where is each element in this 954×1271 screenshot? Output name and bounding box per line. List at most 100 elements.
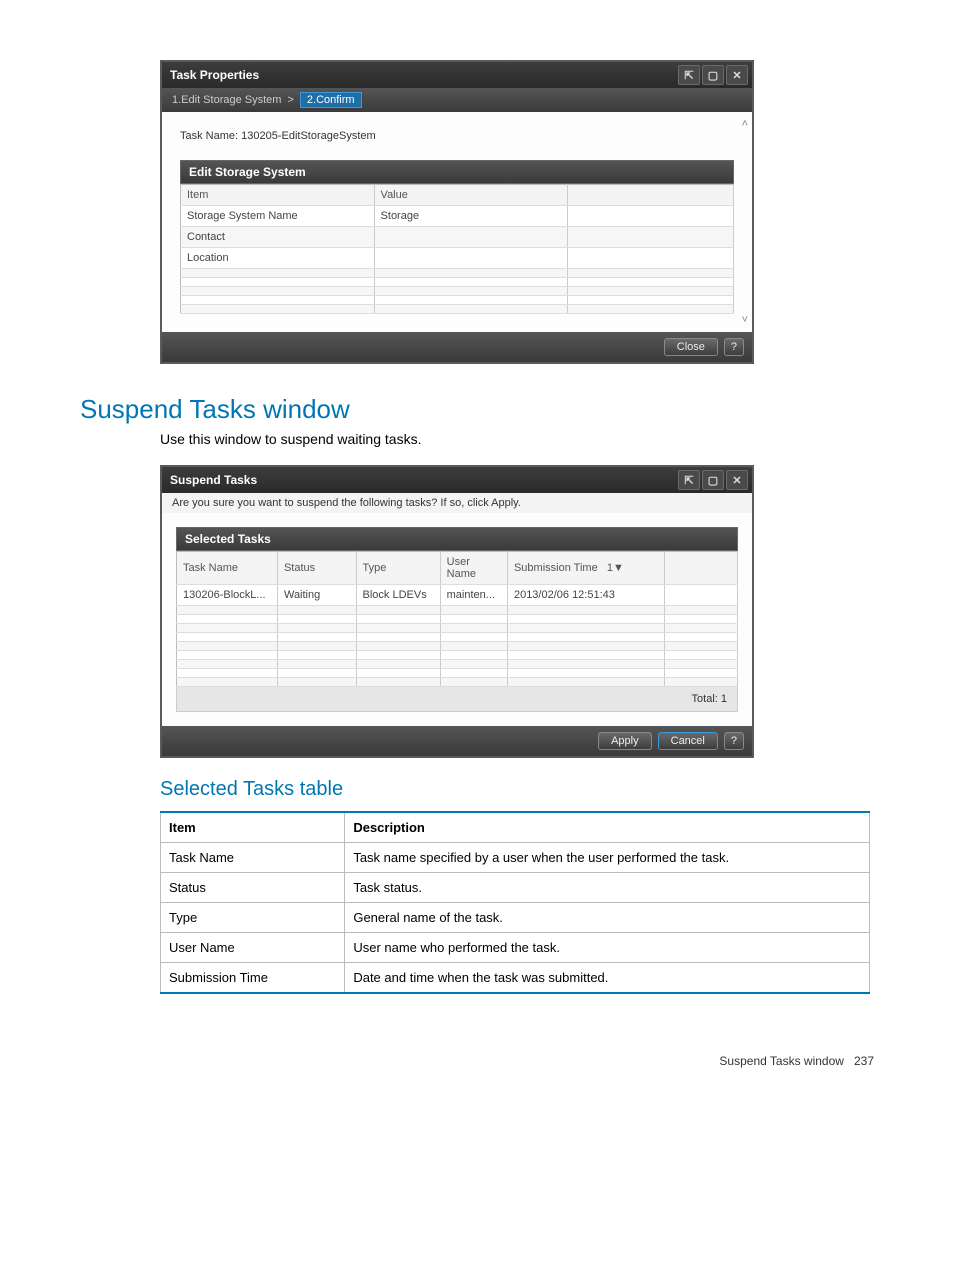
table-row[interactable]: 130206-BlockL...WaitingBlock LDEVsmainte… — [177, 585, 738, 606]
close-icon[interactable]: ✕ — [726, 65, 748, 85]
help-button[interactable]: ? — [724, 338, 744, 356]
pin-icon[interactable]: ⇱ — [678, 470, 700, 490]
table-row: Contact — [181, 227, 734, 248]
cell-type — [356, 660, 440, 669]
col-blank — [665, 552, 738, 585]
cell-type — [356, 606, 440, 615]
maximize-icon[interactable]: ▢ — [702, 65, 724, 85]
cell-value — [374, 305, 568, 314]
cell-status — [277, 660, 356, 669]
crumb-step1[interactable]: 1.Edit Storage System — [172, 94, 281, 106]
cell-blank — [568, 296, 734, 305]
footerbar: Apply Cancel ? — [162, 726, 752, 756]
table-row — [181, 269, 734, 278]
help-button[interactable]: ? — [724, 732, 744, 750]
cell-value — [374, 278, 568, 287]
cell-blank — [568, 206, 734, 227]
col-type[interactable]: Type — [356, 552, 440, 585]
table-row — [181, 296, 734, 305]
cancel-button[interactable]: Cancel — [658, 732, 718, 750]
col-username[interactable]: User Name — [440, 552, 507, 585]
cell-task-name — [177, 624, 278, 633]
close-icon[interactable]: ✕ — [726, 470, 748, 490]
table-row[interactable] — [177, 669, 738, 678]
table-row: Location — [181, 248, 734, 269]
cell-submission-time — [507, 678, 664, 687]
col-item: Item — [161, 812, 345, 843]
cell-blank — [568, 287, 734, 296]
cell-blank — [665, 678, 738, 687]
section-intro: Use this window to suspend waiting tasks… — [160, 431, 874, 447]
cell-task-name — [177, 615, 278, 624]
cell-blank — [665, 606, 738, 615]
cell-type — [356, 651, 440, 660]
close-button[interactable]: Close — [664, 338, 718, 356]
cell-status — [277, 678, 356, 687]
cell-user-name — [440, 660, 507, 669]
edit-storage-table: Item Value Storage System NameStorageCon… — [180, 184, 734, 314]
cell-status: Waiting — [277, 585, 356, 606]
cell-user-name — [440, 624, 507, 633]
sort-indicator: 1▼ — [607, 562, 624, 574]
cell-description: Task status. — [345, 873, 870, 903]
table-row[interactable] — [177, 642, 738, 651]
section-header: Selected Tasks — [176, 527, 738, 551]
cell-user-name — [440, 615, 507, 624]
cell-value — [374, 227, 568, 248]
cell-description: General name of the task. — [345, 903, 870, 933]
suspend-tasks-window: Suspend Tasks ⇱ ▢ ✕ Are you sure you wan… — [160, 465, 754, 758]
cell-type — [356, 615, 440, 624]
description-table: Item Description Task NameTask name spec… — [160, 811, 870, 994]
cell-item — [181, 269, 375, 278]
cell-item: Submission Time — [161, 963, 345, 994]
cell-item — [181, 287, 375, 296]
table-row: Task NameTask name specified by a user w… — [161, 843, 870, 873]
subsection-heading: Selected Tasks table — [160, 778, 874, 801]
cell-status — [277, 669, 356, 678]
pin-icon[interactable]: ⇱ — [678, 65, 700, 85]
cell-item: Contact — [181, 227, 375, 248]
table-row[interactable] — [177, 678, 738, 687]
scroll-down-icon[interactable]: ˅ — [742, 314, 748, 326]
cell-item: Storage System Name — [181, 206, 375, 227]
crumb-step2[interactable]: 2.Confirm — [300, 92, 362, 108]
cell-blank — [568, 269, 734, 278]
cell-submission-time — [507, 615, 664, 624]
cell-submission-time — [507, 660, 664, 669]
table-row — [181, 305, 734, 314]
cell-item: Location — [181, 248, 375, 269]
cell-item — [181, 296, 375, 305]
maximize-icon[interactable]: ▢ — [702, 470, 724, 490]
cell-status — [277, 615, 356, 624]
cell-status — [277, 633, 356, 642]
page-footer: Suspend Tasks window 237 — [80, 1054, 874, 1068]
cell-status — [277, 624, 356, 633]
col-status[interactable]: Status — [277, 552, 356, 585]
cell-submission-time — [507, 651, 664, 660]
table-row[interactable] — [177, 660, 738, 669]
table-row[interactable] — [177, 633, 738, 642]
cell-item: Task Name — [161, 843, 345, 873]
cell-type — [356, 633, 440, 642]
col-value[interactable]: Value — [374, 185, 568, 206]
cell-status — [277, 606, 356, 615]
apply-button[interactable]: Apply — [598, 732, 652, 750]
table-row[interactable] — [177, 615, 738, 624]
cell-value — [374, 287, 568, 296]
cell-task-name — [177, 606, 278, 615]
cell-type — [356, 642, 440, 651]
table-row[interactable] — [177, 606, 738, 615]
cell-task-name — [177, 633, 278, 642]
cell-blank — [568, 227, 734, 248]
cell-value — [374, 248, 568, 269]
selected-tasks-table: Task Name Status Type User Name Submissi… — [176, 551, 738, 687]
cell-task-name — [177, 642, 278, 651]
col-submission[interactable]: Submission Time 1▼ — [507, 552, 664, 585]
table-row[interactable] — [177, 624, 738, 633]
col-taskname[interactable]: Task Name — [177, 552, 278, 585]
section-heading: Suspend Tasks window — [80, 394, 874, 425]
col-item[interactable]: Item — [181, 185, 375, 206]
table-row[interactable] — [177, 651, 738, 660]
cell-user-name — [440, 651, 507, 660]
scroll-up-icon[interactable]: ˄ — [742, 118, 748, 130]
